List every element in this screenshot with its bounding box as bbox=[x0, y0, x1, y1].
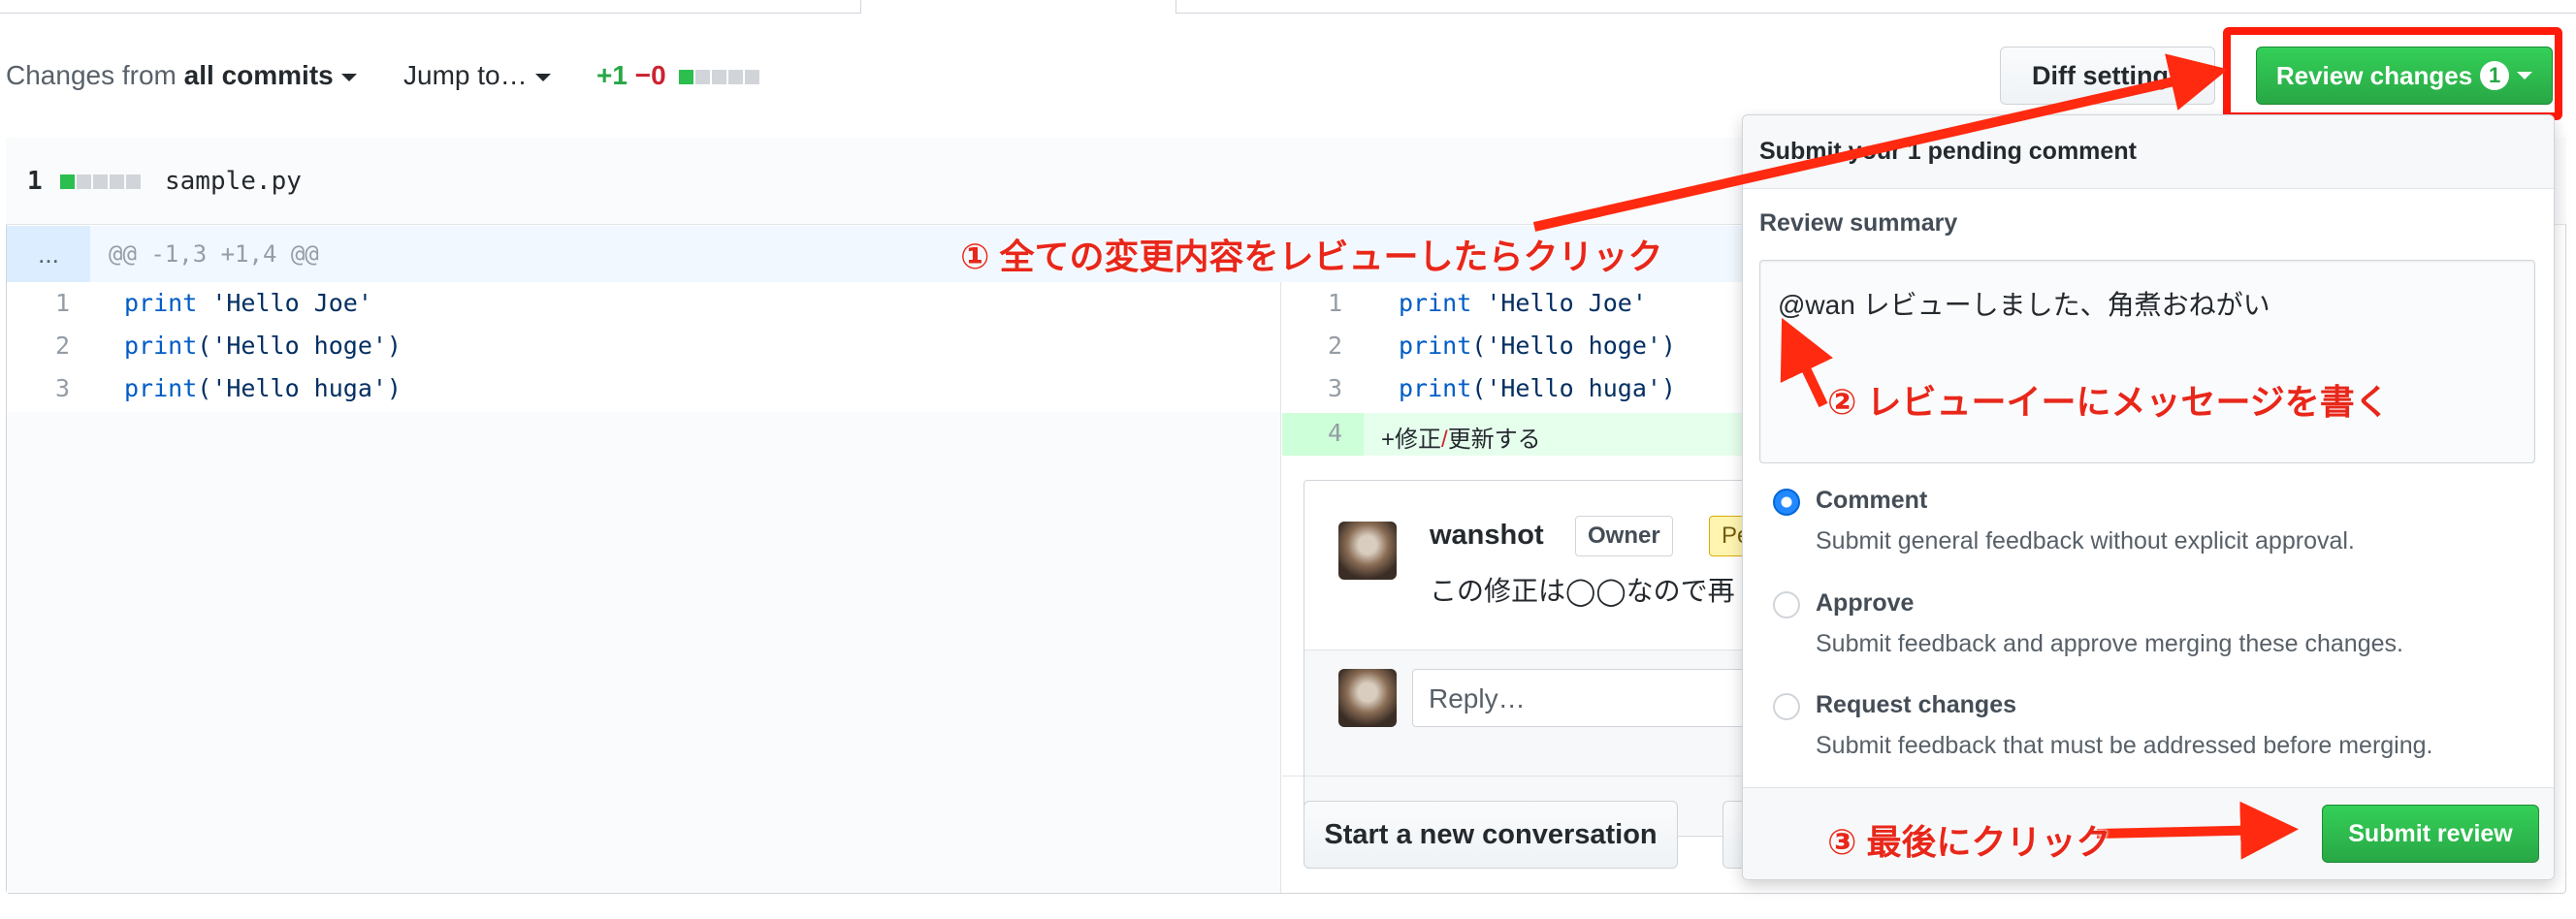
annotation-step-2: ② レビューイーにメッセージを書く bbox=[1827, 382, 2390, 422]
annotation-arrows bbox=[1532, 53, 2299, 860]
arrow-to-review-changes bbox=[1532, 53, 2229, 232]
annotation-step-1: ① 全ての変更内容をレビューしたらクリック bbox=[960, 237, 1663, 276]
annotation-step-3: ③ 最後にクリック bbox=[1827, 822, 2111, 862]
arrow-to-summary bbox=[1780, 317, 1833, 408]
arrow-to-submit bbox=[2096, 801, 2299, 860]
